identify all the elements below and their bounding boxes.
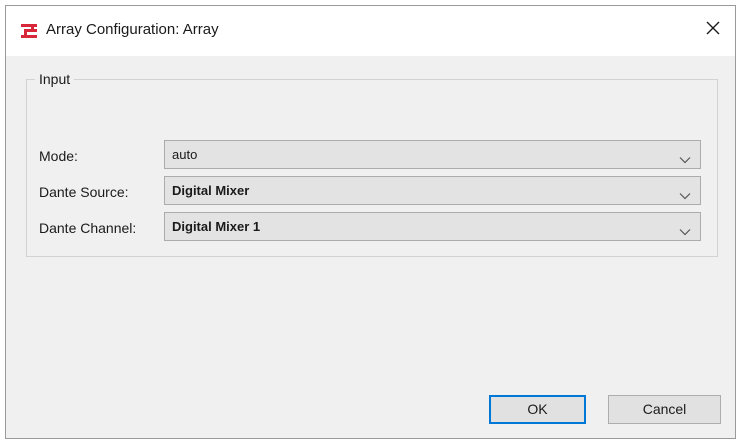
mixer-logo-icon <box>20 23 38 39</box>
mode-label: Mode: <box>39 148 78 164</box>
title-bar: Array Configuration: Array <box>6 6 735 56</box>
close-icon <box>706 21 720 40</box>
ok-button[interactable]: OK <box>489 395 586 424</box>
cancel-button[interactable]: Cancel <box>608 395 721 424</box>
dante-source-select-value: Digital Mixer <box>172 183 250 198</box>
dante-source-select[interactable]: Digital Mixer <box>164 176 701 205</box>
array-configuration-dialog: Array Configuration: Array Input Mode: a… <box>5 5 736 439</box>
dante-source-label: Dante Source: <box>39 184 129 200</box>
mode-select[interactable]: auto <box>164 140 701 169</box>
close-button[interactable] <box>691 6 735 54</box>
input-group-label: Input <box>35 71 75 87</box>
dante-channel-select-value: Digital Mixer 1 <box>172 219 261 234</box>
dante-channel-select[interactable]: Digital Mixer 1 <box>164 212 701 241</box>
chevron-down-icon <box>679 223 691 236</box>
chevron-down-icon <box>679 151 691 164</box>
mode-select-value: auto <box>172 147 198 162</box>
window-title: Array Configuration: Array <box>46 21 219 38</box>
chevron-down-icon <box>679 187 691 200</box>
dante-channel-label: Dante Channel: <box>39 220 137 236</box>
